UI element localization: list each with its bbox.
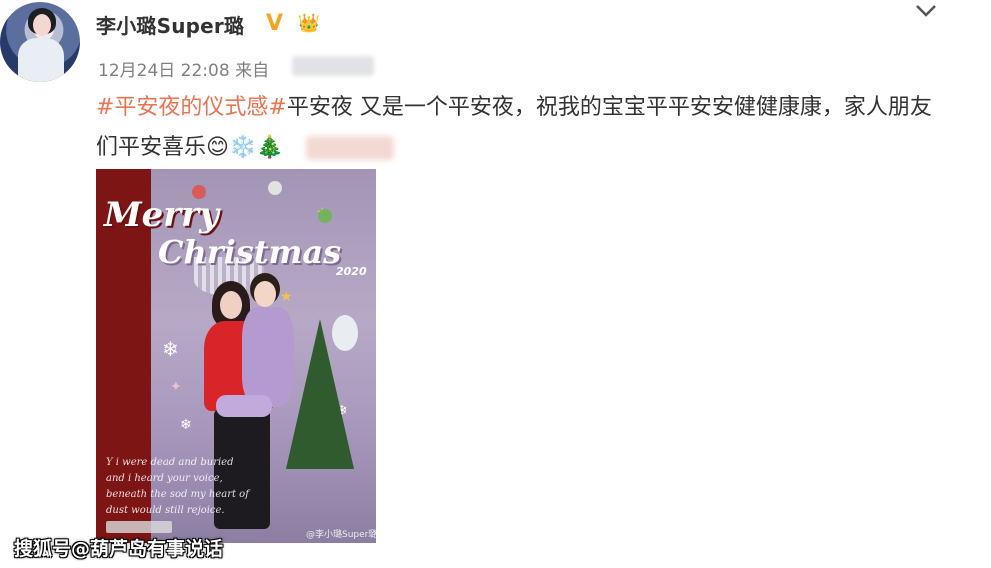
christmas-tree-emoji-icon: 🎄 (256, 135, 284, 160)
photo-badge (106, 521, 172, 533)
chevron-down-svg (916, 5, 936, 17)
smile-emoji-icon: 😊 (206, 135, 229, 160)
avatar-dress (18, 38, 64, 82)
source-app-blurred (292, 56, 374, 76)
photo-handwriting: Y i were dead and buried and i heard you… (106, 455, 266, 519)
blurred-link (305, 136, 394, 160)
post-photo[interactable]: ❄ ❄ ❄ ★ ✦ ★ Merry Christmas 2020 Y i wer… (96, 169, 376, 543)
woman-face (220, 291, 242, 319)
girl-leg (216, 395, 272, 417)
photo-year: 2020 (336, 265, 367, 278)
photo-title-merry: Merry (104, 195, 219, 235)
ornament-icon (318, 209, 332, 223)
source-prefix: 来自 (235, 61, 270, 81)
handwriting-line: dust would still rejoice. (106, 505, 225, 516)
girl-purple-outfit (242, 307, 294, 407)
verified-badge-icon[interactable]: V (266, 11, 283, 36)
handwriting-line: Y i were dead and buried (106, 457, 234, 468)
username-link[interactable]: 李小璐Super璐 (96, 10, 244, 39)
handwriting-line: beneath the sod my heart of (106, 489, 249, 500)
snowman-ornament (332, 315, 358, 351)
photo-title-christmas: Christmas (158, 233, 342, 271)
site-watermark: 搜狐号@葫芦岛有事说话 (14, 538, 224, 560)
star-icon: ★ (280, 289, 293, 305)
star-icon: ✦ (170, 379, 182, 395)
post-content: #平安夜的仪式感#平安夜 又是一个平安夜，祝我的宝宝平平安安健健康康，家人朋友们… (96, 88, 946, 168)
avatar-face (33, 14, 51, 36)
snowflake-emoji-icon: ❄️ (228, 135, 257, 160)
snowflake-icon: ❄ (180, 417, 192, 433)
crown-badge-icon[interactable]: 👑 (296, 10, 322, 36)
post-meta: 12月24日 22:08 来自 (98, 56, 269, 81)
photo-watermark: @李小璐Super璐 (306, 530, 376, 540)
girl-face (254, 281, 276, 307)
chevron-down-icon[interactable] (912, 2, 940, 22)
hashtag-link[interactable]: #平安夜的仪式感# (96, 95, 287, 120)
snowflake-icon: ❄ (162, 337, 179, 361)
ornament-icon (268, 181, 282, 195)
handwriting-line: and i heard your voice, (106, 473, 223, 484)
post-timestamp[interactable]: 12月24日 22:08 (98, 61, 230, 81)
avatar[interactable] (0, 2, 80, 82)
